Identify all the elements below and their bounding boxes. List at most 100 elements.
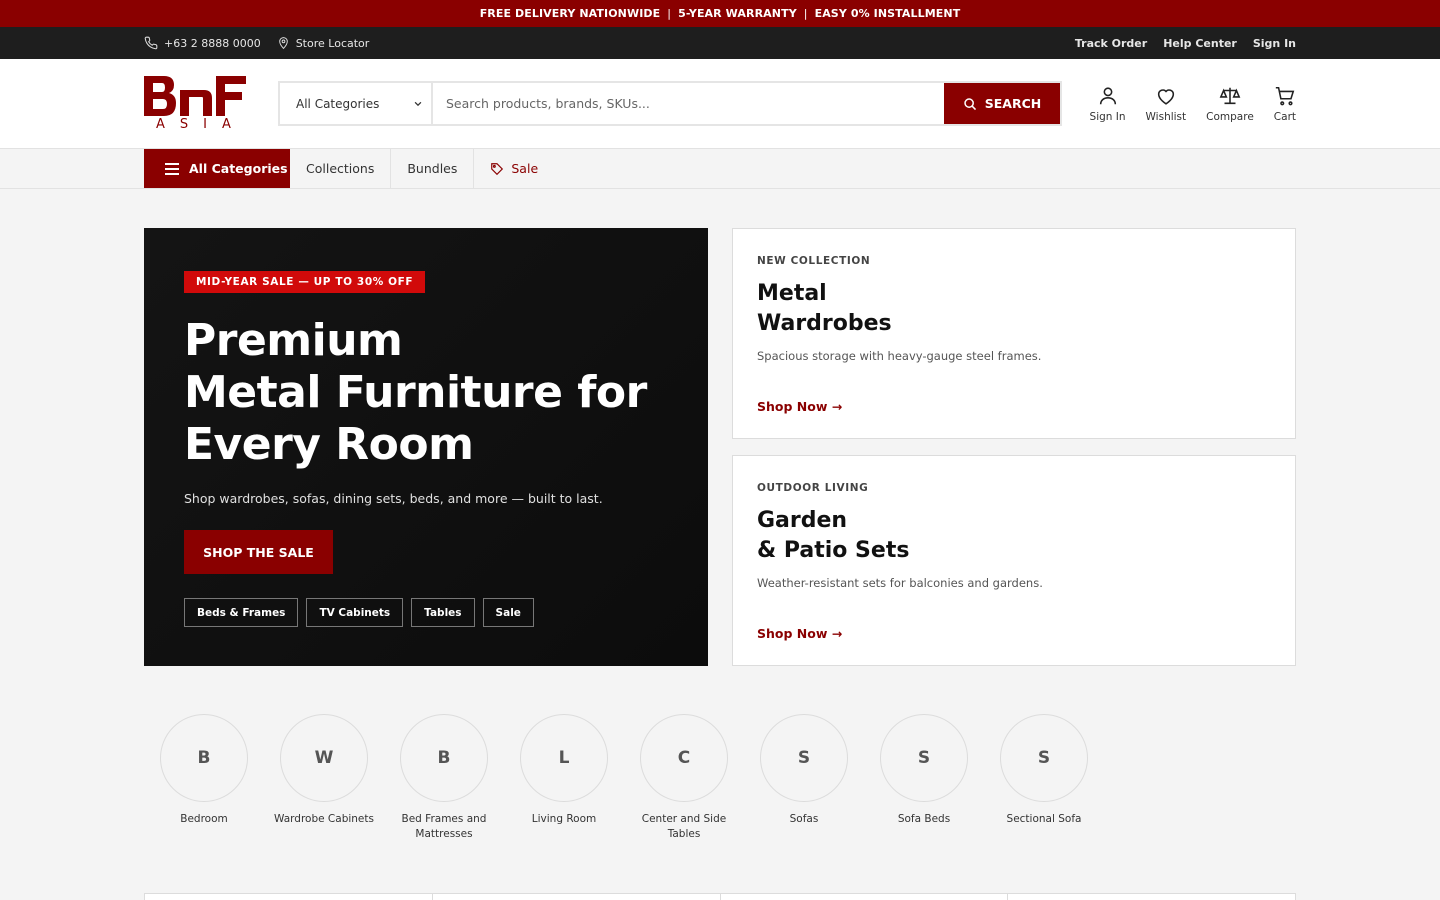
nav-sale-label: Sale: [511, 161, 539, 176]
track-order-link[interactable]: Track Order: [1075, 37, 1147, 50]
shop-the-sale-button[interactable]: SHOP THE SALE: [184, 530, 333, 574]
promo-card-description: Spacious storage with heavy-gauge steel …: [757, 349, 1042, 363]
all-categories-label: All Categories: [189, 161, 288, 176]
feature-tile: [721, 894, 1009, 900]
hero-title-line: Every Room: [184, 419, 474, 470]
feature-tile: [1008, 894, 1295, 900]
promo-card-title: Metal Wardrobes: [757, 279, 1271, 339]
category-thumbnail: C: [640, 714, 728, 802]
next-section-preview: [144, 893, 1296, 900]
search-button[interactable]: SEARCH: [944, 83, 1060, 124]
chevron-down-icon: [414, 101, 422, 106]
nav-collections[interactable]: Collections: [290, 149, 392, 188]
scale-icon: [1219, 87, 1241, 104]
compare-label: Compare: [1206, 110, 1254, 123]
heart-icon: [1157, 88, 1174, 105]
chip-sale[interactable]: Sale: [482, 598, 534, 627]
header-sign-in-label: Sign In: [1089, 110, 1126, 123]
store-locator-label: Store Locator: [295, 36, 370, 50]
wishlist-label: Wishlist: [1145, 110, 1187, 123]
promo-card-eyebrow: OUTDOOR LIVING: [757, 482, 869, 494]
category-thumbnail: S: [880, 714, 968, 802]
promo-installment: EASY 0% INSTALLMENT: [814, 7, 961, 20]
promo-card-metal-wardrobes[interactable]: NEW COLLECTION Metal Wardrobes Spacious …: [732, 228, 1296, 439]
cart-button[interactable]: Cart: [1274, 85, 1296, 123]
category-sofas[interactable]: S Sofas: [744, 714, 864, 842]
promo-card-title-line: & Patio Sets: [757, 538, 910, 563]
brand-logo-subtext: ASIA: [156, 116, 246, 132]
shop-now-link[interactable]: Shop Now →: [757, 399, 1271, 414]
promo-card-description: Weather-resistant sets for balconies and…: [757, 576, 1043, 590]
feature-tile: [433, 894, 721, 900]
site-header: ASIA All Categories SEARCH Sign In Wishl…: [0, 59, 1440, 148]
category-select[interactable]: All Categories: [280, 83, 433, 124]
wishlist-button[interactable]: Wishlist: [1145, 85, 1187, 123]
all-categories-menu-button[interactable]: All Categories: [144, 149, 290, 188]
chip-tv-cabinets[interactable]: TV Cabinets: [306, 598, 404, 627]
chip-beds-frames[interactable]: Beds & Frames: [184, 598, 299, 627]
nav-bundles[interactable]: Bundles: [391, 149, 475, 188]
category-living-room[interactable]: L Living Room: [504, 714, 624, 842]
category-thumbnail: S: [760, 714, 848, 802]
phone-icon: [144, 36, 158, 50]
category-label: Wardrobe Cabinets: [274, 813, 374, 825]
promo-separator: |: [803, 7, 808, 20]
hero-section: MID-YEAR SALE — UP TO 30% OFF Premium Me…: [144, 228, 1296, 666]
promo-card-eyebrow: NEW COLLECTION: [757, 255, 871, 267]
promo-card-title-line: Metal: [757, 281, 827, 306]
feature-tile: [145, 894, 433, 900]
category-label: Sofa Beds: [897, 813, 951, 825]
category-label: Sectional Sofa: [1006, 813, 1082, 825]
promo-card-title-line: Wardrobes: [757, 311, 892, 336]
search-bar: All Categories SEARCH: [278, 81, 1062, 126]
compare-button[interactable]: Compare: [1206, 85, 1254, 123]
shop-now-link[interactable]: Shop Now →: [757, 626, 1271, 641]
header-sign-in-button[interactable]: Sign In: [1090, 85, 1126, 123]
category-sectional-sofa[interactable]: S Sectional Sofa: [984, 714, 1104, 842]
nav-sale[interactable]: Sale: [474, 149, 554, 188]
utility-bar: +63 2 8888 0000 Store Locator Track Orde…: [0, 27, 1440, 59]
category-label: Bedroom: [180, 813, 228, 825]
category-label: Sofas: [789, 813, 819, 825]
brand-logo-mark: [144, 75, 246, 116]
phone-number: +63 2 8888 0000: [164, 36, 261, 50]
utility-sign-in-link[interactable]: Sign In: [1253, 37, 1296, 50]
menu-icon: [165, 162, 179, 175]
main-nav: All Categories Collections Bundles Sale: [0, 148, 1440, 189]
category-carousel: B Bedroom W Wardrobe Cabinets B Bed Fram…: [144, 714, 1296, 842]
phone-link[interactable]: +63 2 8888 0000: [144, 36, 261, 50]
help-center-link[interactable]: Help Center: [1163, 37, 1237, 50]
store-locator-link[interactable]: Store Locator: [277, 36, 370, 50]
promo-separator: |: [667, 7, 672, 20]
category-select-value: All Categories: [296, 96, 380, 111]
category-sofa-beds[interactable]: S Sofa Beds: [864, 714, 984, 842]
promo-free-delivery: FREE DELIVERY NATIONWIDE: [479, 7, 661, 20]
brand-logo[interactable]: ASIA: [144, 75, 246, 133]
category-bed-frames-mattresses[interactable]: B Bed Frames and Mattresses: [384, 714, 504, 842]
promo-card-title: Garden & Patio Sets: [757, 506, 1271, 566]
search-input[interactable]: [433, 83, 944, 124]
sale-badge: MID-YEAR SALE — UP TO 30% OFF: [184, 271, 426, 293]
chip-tables[interactable]: Tables: [411, 598, 475, 627]
category-center-side-tables[interactable]: C Center and Side Tables: [624, 714, 744, 842]
hero-quick-links: Beds & Frames TV Cabinets Tables Sale: [184, 598, 668, 627]
promo-card-garden-patio[interactable]: OUTDOOR LIVING Garden & Patio Sets Weath…: [732, 455, 1296, 666]
category-thumbnail: B: [400, 714, 488, 802]
category-bedroom[interactable]: B Bedroom: [144, 714, 264, 842]
promo-card-title-line: Garden: [757, 508, 848, 533]
cart-icon: [1275, 86, 1295, 105]
search-icon: [964, 97, 976, 110]
hero-banner: MID-YEAR SALE — UP TO 30% OFF Premium Me…: [144, 228, 708, 666]
category-label: Bed Frames and Mattresses: [401, 813, 487, 840]
hero-subtitle: Shop wardrobes, sofas, dining sets, beds…: [184, 491, 603, 506]
tag-icon: [491, 162, 504, 175]
user-icon: [1099, 86, 1116, 104]
promo-warranty: 5-YEAR WARRANTY: [678, 7, 797, 20]
category-thumbnail: S: [1000, 714, 1088, 802]
category-thumbnail: B: [160, 714, 248, 802]
category-wardrobe-cabinets[interactable]: W Wardrobe Cabinets: [264, 714, 384, 842]
category-label: Living Room: [531, 813, 597, 825]
cart-label: Cart: [1273, 110, 1296, 123]
category-label: Center and Side Tables: [641, 813, 727, 840]
hero-title: Premium Metal Furniture for Every Room: [184, 315, 668, 471]
